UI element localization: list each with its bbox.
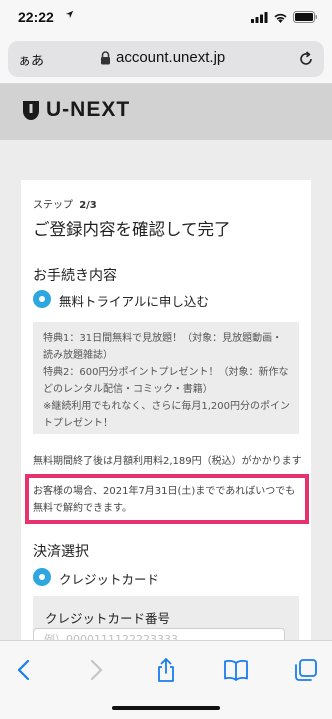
browser-address-area: ぁあ account.unext.jp [0, 34, 332, 84]
brand-logo-text: U-NEXT [46, 98, 131, 121]
benefit-line: ※継続利用でもれなく、さらに毎月1,200円分のポイン [43, 401, 291, 412]
cancel-note-line: 無料で解約できます。 [33, 503, 132, 514]
wifi-icon [274, 13, 287, 23]
benefit-line: どのレンタル配信・コミック・書籍） [43, 384, 213, 395]
credit-card-radio-button[interactable] [33, 568, 51, 586]
credit-card-option-label[interactable]: クレジットカード [59, 569, 159, 588]
step-indicator: ステップ 2/3 [33, 196, 97, 211]
benefit-line: 読み放題雑誌） [43, 350, 113, 361]
payment-heading: 決済選択 [33, 544, 89, 560]
bookmarks-icon[interactable] [223, 657, 249, 683]
lock-icon [101, 51, 110, 65]
reader-options-button[interactable]: ぁあ [18, 50, 44, 69]
free-cancel-note: お客様の場合、2021年7月31日(土)までであればいつでも 無料で解約できます… [33, 483, 295, 517]
step-label: ステップ [33, 200, 73, 211]
unext-shield-icon [23, 101, 39, 120]
location-arrow-icon [65, 10, 74, 19]
procedure-heading: お手続き内容 [33, 268, 117, 284]
share-icon[interactable] [153, 657, 179, 683]
tabs-icon[interactable] [293, 657, 319, 683]
battery-icon [293, 11, 317, 23]
status-time: 22:22 [18, 9, 54, 25]
page-title: ご登録内容を確認して完了 [33, 220, 231, 239]
reload-icon[interactable] [297, 50, 315, 68]
status-bar: 22:22 [0, 0, 332, 34]
step-value: 2/3 [79, 200, 97, 211]
brand-header: U-NEXT [0, 84, 332, 140]
cancel-note-line: お客様の場合、2021年7月31日(土)までであればいつでも [33, 486, 296, 497]
benefit-line: 特典2：600円分ポイントプレゼント！（対象：新作な [43, 367, 289, 378]
trial-option-label[interactable]: 無料トライアルに申し込む [59, 291, 209, 310]
benefit-line: 特典1：31日間無料で見放題！（対象：見放題動画・ [43, 333, 283, 344]
back-icon[interactable] [12, 657, 38, 683]
card-number-label: クレジットカード番号 [45, 611, 171, 626]
benefit-line: トプレゼント！ [43, 418, 113, 429]
confirmation-card: ステップ 2/3 ご登録内容を確認して完了 お手続き内容 無料トライアルに申し込… [21, 180, 311, 640]
status-icons [251, 11, 318, 23]
benefits-box: 特典1：31日間無料で見放題！（対象：見放題動画・ 読み放題雑誌） 特典2：60… [33, 322, 299, 434]
trial-radio-button[interactable] [33, 290, 51, 308]
cellular-signal-icon [251, 11, 268, 23]
url-text[interactable]: account.unext.jp [116, 49, 225, 66]
forward-icon[interactable] [82, 657, 108, 683]
address-bar[interactable]: ぁあ account.unext.jp [8, 41, 324, 77]
home-indicator [112, 706, 220, 710]
monthly-fee-note: 無料期間終了後は月額利用料2,189円（税込）がかかります [33, 456, 302, 467]
